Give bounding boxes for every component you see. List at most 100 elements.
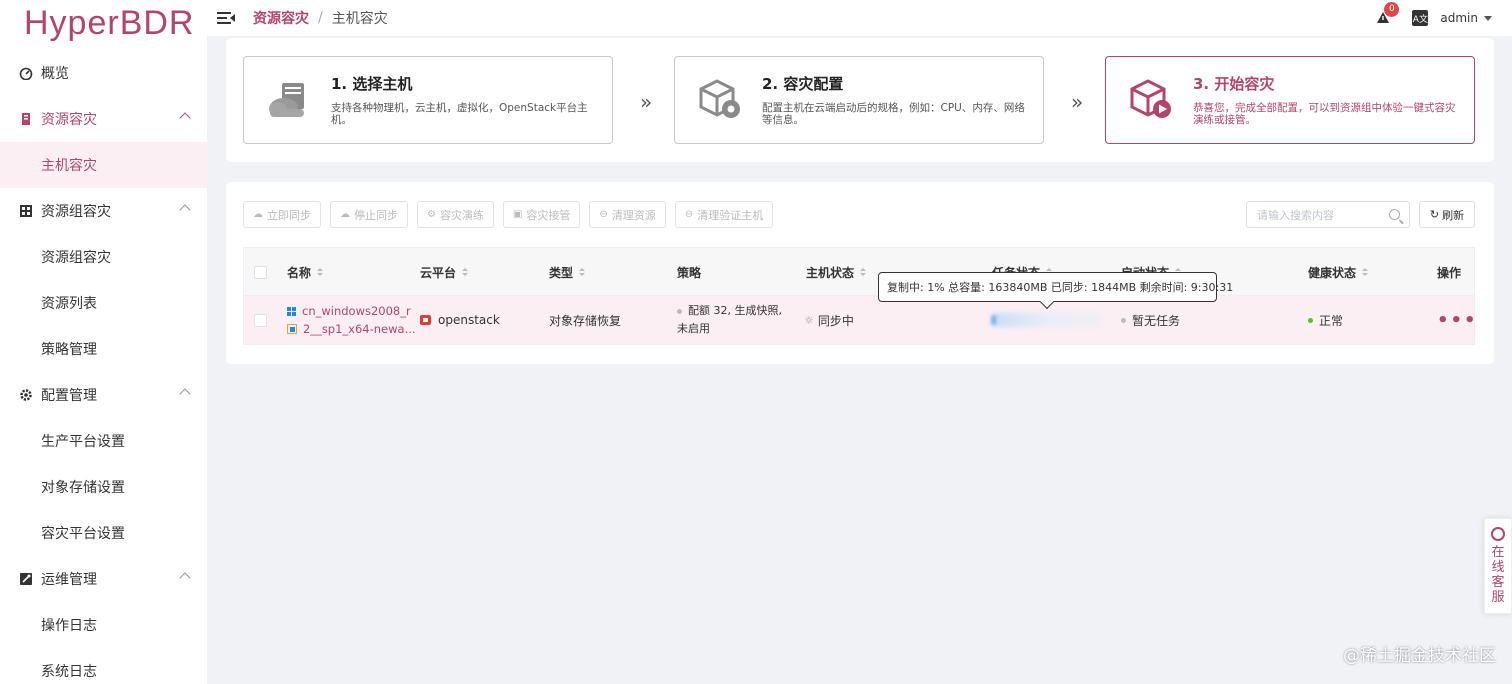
step-desc: 支持各种物理机，云主机，虚拟化，OpenStack平台主机。 [331,102,588,126]
col-health[interactable]: 健康状态 [1308,248,1369,296]
select-all-checkbox[interactable] [254,248,267,296]
breadcrumb-current: 主机容灾 [331,11,388,27]
top-header: 资源容灾 / 主机容灾 0 A文 admin [207,0,1512,36]
sidebar-item-op-log[interactable]: 操作日志 [0,602,207,648]
host-status-cell: ☼ 同步中 [804,313,854,328]
sidebar-item-label: 资源组容灾 [41,204,111,220]
step-desc: 恭喜您，完成全部配置，可以到资源组中体验一键式容灾演练或接管。 [1193,102,1456,126]
sidebar-item-label: 配置管理 [41,388,97,404]
menu-fold-icon[interactable] [217,11,235,25]
more-actions-icon[interactable]: ••• [1437,296,1478,344]
minus-circle-icon: ⊖ [684,209,694,220]
minus-circle-icon: ⊖ [599,209,608,220]
cloud-sync-icon: ☁ [253,209,263,220]
breadcrumb-parent[interactable]: 资源容灾 [253,8,309,28]
breadcrumb-separator: / [318,10,323,26]
col-actions: 操作 [1437,265,1462,280]
dr-drill-button[interactable]: ⚙ 容灾演练 [417,201,494,228]
sort-icon [1362,268,1369,276]
tools-icon [19,572,33,586]
col-name[interactable]: 名称 [287,248,324,296]
language-icon[interactable]: A文 [1412,10,1429,26]
status-dot [677,309,682,314]
sidebar-item-resource-group-dr[interactable]: 资源组容灾 [0,188,207,234]
sort-icon [317,268,324,276]
search-input[interactable]: 请输入搜索内容 [1246,201,1410,228]
col-host-status[interactable]: 主机状态 [806,248,867,296]
host-name-link[interactable]: cn_windows2008_r 2__sp1_x64-newa... [287,296,416,344]
sidebar-item-resource-group[interactable]: 资源组容灾 [0,234,207,280]
sidebar-menu: 概览 资源容灾 主机容灾 资源组容灾 资源组容灾 资源列表 策略管理 配置管理 [0,50,207,684]
box-play-icon [1126,75,1176,125]
boot-status-cell: 暂无任务 [1121,296,1180,344]
windows-icon [287,306,296,316]
health-cell: 正常 [1308,296,1343,344]
syncing-spinner-icon: ☼ [804,313,814,327]
header-right: 0 A文 admin [1376,0,1492,36]
sidebar-item-object-storage[interactable]: 对象存储设置 [0,464,207,510]
host-table-card: ☁ 立即同步 ☁ 停止同步 ⚙ 容灾演练 ▣ 容灾接管 ⊖ 清理资源 ⊖ 清理验证主机 请输… [226,182,1494,364]
sidebar-item-policy[interactable]: 策略管理 [0,326,207,372]
clean-verify-host-button[interactable]: ⊖ 清理验证主机 [674,201,774,228]
step-start-dr: 3. 开始容灾 恭喜您，完成全部配置，可以到资源组中体验一键式容灾演练或接管。 [1105,56,1475,144]
app-logo[interactable]: HyperBDR [0,0,207,46]
sidebar-item-overview[interactable]: 概览 [0,50,207,96]
search-icon[interactable] [1389,209,1400,220]
sidebar-item-sys-log[interactable]: 系统日志 [0,648,207,684]
table-row[interactable]: cn_windows2008_r 2__sp1_x64-newa... open… [244,296,1476,344]
step-arrow-icon: » [640,90,653,114]
platform-cell: openstack [420,296,500,344]
chevron-up-icon [179,388,191,400]
sidebar-item-config[interactable]: 配置管理 [0,372,207,418]
step-arrow-icon: » [1071,90,1084,114]
chevron-up-icon [179,204,191,216]
toolbar: ☁ 立即同步 ☁ 停止同步 ⚙ 容灾演练 ▣ 容灾接管 ⊖ 清理资源 ⊖ 清理验证主机 [243,201,782,228]
cloud-stop-icon: ☁ [340,209,350,220]
user-menu[interactable]: admin [1440,11,1492,26]
breadcrumb: 资源容灾 / 主机容灾 [253,8,388,28]
sync-now-button[interactable]: ☁ 立即同步 [243,201,321,228]
policy-cell: 配额 32, 生成快照, 未启用 [677,304,782,335]
chevron-up-icon [179,112,191,124]
notification-badge: 0 [1384,2,1400,17]
type-cell: 对象存储恢复 [549,313,622,328]
stop-sync-button[interactable]: ☁ 停止同步 [330,201,408,228]
headset-icon [1491,527,1505,541]
cloud-server-icon [264,75,314,125]
sidebar-item-host-dr[interactable]: 主机容灾 [0,142,207,188]
step-title: 3. 开始容灾 [1193,75,1275,93]
openstack-icon [420,315,431,325]
steps-card: 1. 选择主机 支持各种物理机，云主机，虚拟化，OpenStack平台主机。 »… [226,38,1494,162]
vm-icon [287,324,297,334]
takeover-icon: ▣ [512,209,523,220]
clean-resource-button[interactable]: ⊖ 清理资源 [589,201,666,228]
col-platform[interactable]: 云平台 [420,248,469,296]
status-dot [1121,317,1126,323]
online-service-button[interactable]: 在 线 客 服 [1484,518,1512,614]
sidebar-item-ops[interactable]: 运维管理 [0,556,207,602]
host-table: 名称 云平台 类型 策略 主机状态 任务状态 启动状态 健康状态 操作 cn_w… [243,247,1476,345]
dashboard-icon [19,66,33,80]
sidebar: HyperBDR 概览 资源容灾 主机容灾 资源组容灾 资源组容灾 资源列表 策… [0,0,207,684]
step-dr-config: 2. 容灾配置 配置主机在云端启动后的规格，例如：CPU、内存、网络等信息。 [674,56,1044,144]
sidebar-item-prod-platform[interactable]: 生产平台设置 [0,418,207,464]
sidebar-item-label: 资源容灾 [41,112,97,128]
box-gear-icon [695,75,745,125]
alert-bell-icon[interactable]: 0 [1376,2,1400,25]
row-checkbox[interactable] [254,296,267,344]
grid-icon [19,204,33,218]
server-icon [19,112,33,126]
step-select-host: 1. 选择主机 支持各种物理机，云主机，虚拟化，OpenStack平台主机。 [243,56,613,144]
dr-takeover-button[interactable]: ▣ 容灾接管 [502,201,581,228]
chevron-down-icon [1484,15,1492,21]
sidebar-item-dr-platform[interactable]: 容灾平台设置 [0,510,207,556]
sidebar-item-resource-dr[interactable]: 资源容灾 [0,96,207,142]
refresh-icon: ↻ [1429,208,1440,221]
col-type[interactable]: 类型 [549,248,586,296]
sidebar-item-resource-list[interactable]: 资源列表 [0,280,207,326]
progress-tooltip: 复制中: 1% 总容量: 163840MB 已同步: 1844MB 剩余时间: … [878,272,1233,302]
table-header: 名称 云平台 类型 策略 主机状态 任务状态 启动状态 健康状态 操作 [244,248,1474,296]
watermark: @稀土掘金技术社区 [1343,646,1496,666]
refresh-button[interactable]: ↻ 刷新 [1419,201,1475,228]
sort-icon [860,268,867,276]
